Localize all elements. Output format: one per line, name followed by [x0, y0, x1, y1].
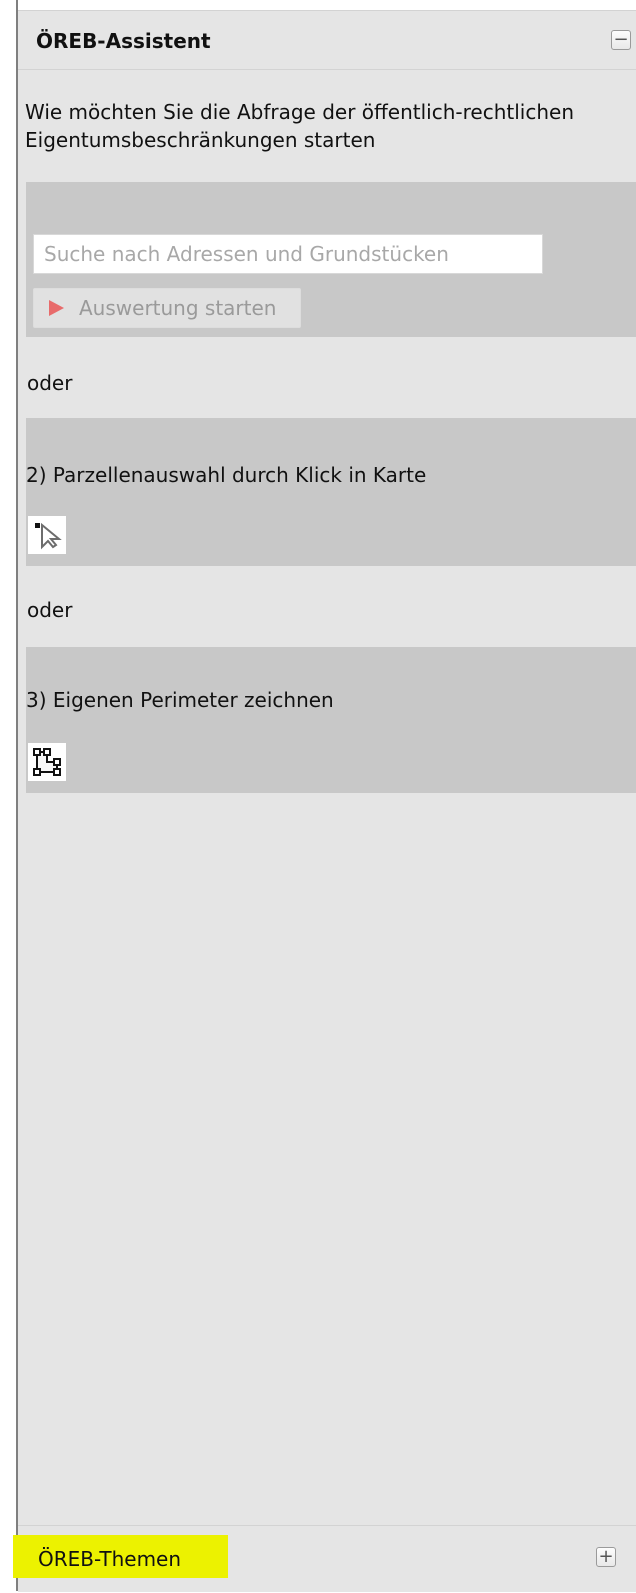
expand-button[interactable]: + [596, 1547, 616, 1567]
select-parcel-icon[interactable] [28, 516, 66, 554]
play-icon [49, 300, 64, 316]
draw-perimeter-label: 3) Eigenen Perimeter zeichnen [26, 688, 334, 712]
address-search-section: Suche nach Adressen und Grundstücken Aus… [26, 182, 636, 337]
draw-perimeter-section: 3) Eigenen Perimeter zeichnen [26, 647, 636, 793]
separator-or-2: oder [27, 598, 73, 622]
start-evaluation-label: Auswertung starten [79, 296, 277, 320]
oereb-assistant-panel: ÖREB-Assistent − Wie möchten Sie die Abf… [13, 10, 636, 1593]
assistant-intro-text: Wie möchten Sie die Abfrage der öffentli… [25, 100, 574, 152]
collapse-button[interactable]: − [611, 30, 631, 50]
draw-perimeter-icon[interactable] [28, 743, 66, 781]
collapse-icon: − [613, 29, 629, 50]
start-evaluation-button[interactable]: Auswertung starten [33, 288, 301, 328]
parcel-selection-section: 2) Parzellenauswahl durch Klick in Karte [26, 418, 636, 566]
expand-icon: + [598, 1546, 614, 1567]
address-search-input[interactable]: Suche nach Adressen und Grundstücken [33, 234, 543, 274]
assistant-panel-header: ÖREB-Assistent − [18, 11, 636, 70]
parcel-selection-label: 2) Parzellenauswahl durch Klick in Karte [26, 463, 427, 487]
assistant-panel-title: ÖREB-Assistent [36, 29, 211, 53]
separator-or-1: oder [27, 371, 73, 395]
themes-panel-title: ÖREB-Themen [38, 1547, 182, 1571]
themes-panel-header[interactable]: ÖREB-Themen + [13, 1525, 636, 1593]
